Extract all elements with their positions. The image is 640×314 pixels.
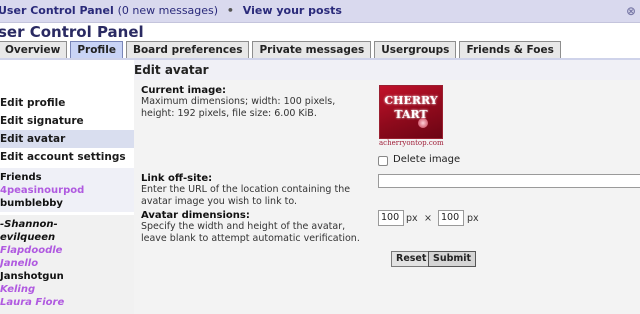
avatar-image: CHERRY TART [379, 85, 443, 139]
friend-link[interactable]: Laura Fiore [0, 296, 64, 309]
current-image-label: Current image: [141, 85, 227, 96]
friends-online-box: -Shannon- evilqueen Flapdoodle Janello J… [0, 215, 134, 314]
submit-button[interactable]: Submit [428, 251, 477, 267]
avatar-text-line2: TART [394, 108, 428, 121]
cherry-icon [418, 118, 428, 128]
panel-heading-text: Edit avatar [134, 63, 209, 77]
avatar-height-input[interactable]: 100 [438, 210, 464, 226]
friend-link[interactable]: evilqueen [0, 231, 55, 244]
collapse-icon[interactable]: ⊗ [626, 0, 636, 22]
friend-link[interactable]: -Shannon- [0, 218, 58, 231]
friend-link[interactable]: Flapdoodle [0, 244, 62, 257]
top-bar: User Control Panel (0 new messages) • Vi… [0, 0, 640, 23]
panel-heading: Edit avatar [134, 60, 640, 80]
ucp-link[interactable]: User Control Panel [0, 4, 114, 17]
delete-image-label: Delete image [393, 154, 461, 165]
avatar-dimensions-desc: Specify the width and height of the avat… [141, 221, 360, 244]
friends-box: Friends 4peasinourpod bumblebby [0, 168, 134, 212]
avatar-site-text: acherryontop.com [379, 139, 444, 147]
breadcrumb: User Control Panel (0 new messages) • Vi… [0, 0, 342, 22]
edit-avatar-form: Current image: Maximum dimensions; width… [134, 80, 640, 314]
reset-button[interactable]: Reset [391, 251, 432, 267]
tab-bar: Overview Profile Board preferences Private … [0, 41, 564, 58]
link-offsite-desc: Enter the URL of the location containing… [141, 184, 351, 207]
tab-friends-foes[interactable]: Friends & Foes [459, 41, 561, 58]
avatar-text-line1: CHERRY [384, 94, 438, 107]
friend-link[interactable]: bumblebby [0, 197, 63, 210]
friend-link[interactable]: Janello [0, 257, 38, 270]
friend-link[interactable]: 4peasinourpod [0, 184, 84, 197]
sidebar-item-edit-avatar[interactable]: Edit avatar [0, 130, 134, 148]
delete-image-checkbox[interactable] [378, 156, 388, 166]
friends-heading: Friends [0, 172, 42, 183]
avatar-width-input[interactable]: 100 [378, 210, 404, 226]
view-posts-link[interactable]: View your posts [243, 4, 342, 17]
tab-profile[interactable]: Profile [70, 41, 123, 58]
height-unit: px [467, 213, 479, 224]
sidebar-item-edit-profile[interactable]: Edit profile [0, 94, 134, 112]
link-offsite-label: Link off-site: [141, 173, 213, 184]
current-image-desc: Maximum dimensions; width: 100 pixels, h… [141, 96, 336, 119]
friend-link[interactable]: Janshotgun [0, 270, 64, 283]
tab-private-messages[interactable]: Private messages [252, 41, 372, 58]
friend-link[interactable]: Keling [0, 283, 35, 296]
messages-link[interactable]: (0 new messages) [118, 4, 218, 17]
tab-board-preferences[interactable]: Board preferences [125, 41, 250, 58]
avatar-url-input[interactable] [378, 174, 640, 188]
tab-usergroups[interactable]: Usergroups [374, 41, 457, 58]
sidebar: Edit profile Edit signature Edit avatar … [0, 60, 134, 314]
sidebar-item-edit-signature[interactable]: Edit signature [0, 112, 134, 130]
breadcrumb-separator: • [226, 4, 234, 17]
sidebar-item-edit-account-settings[interactable]: Edit account settings [0, 148, 134, 166]
avatar-dimensions-label: Avatar dimensions: [141, 210, 250, 221]
width-unit: px [406, 213, 418, 224]
times-sign: × [424, 213, 432, 224]
page-title: ser Control Panel [0, 23, 144, 41]
tab-overview[interactable]: Overview [0, 41, 68, 58]
